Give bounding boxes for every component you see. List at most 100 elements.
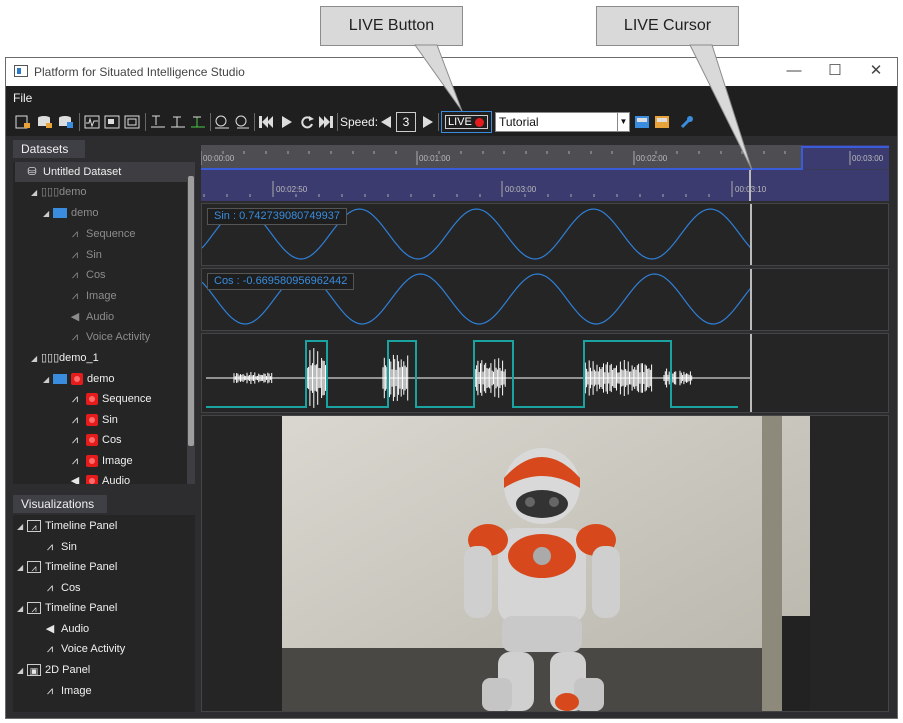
speed-label: Speed: <box>340 115 379 129</box>
zoom-to-selection-icon[interactable] <box>214 115 230 129</box>
minimize-button[interactable]: — <box>776 61 812 83</box>
menu-file[interactable]: File <box>13 91 32 105</box>
timeline-top-tick-label: 00:02:00 <box>636 154 668 163</box>
tree-item-untitled-dataset[interactable]: ⛁ Untitled Dataset <box>15 162 187 182</box>
camera-image <box>282 416 810 711</box>
sin-timeline-panel[interactable]: Sin : 0.742739080749937 <box>201 203 889 266</box>
scrollbar-thumb[interactable] <box>188 176 194 446</box>
tree-item-stream-audio[interactable]: ◀ Audio <box>68 307 114 327</box>
layout-select[interactable]: Tutorial ▼ <box>495 112 630 132</box>
tree-item-live-sin[interactable]: ⩘ Sin <box>68 410 118 430</box>
repeat-icon[interactable] <box>299 115 315 129</box>
move-to-end-icon[interactable] <box>318 115 334 129</box>
absolute-timing-icon[interactable] <box>150 115 166 129</box>
audio-icon: ◀ <box>45 623 55 636</box>
tree-item-live-image[interactable]: ⩘ Image <box>68 451 133 471</box>
tree-item-stream-image[interactable]: ⩘ Image <box>68 286 117 306</box>
play-icon[interactable] <box>279 115 295 129</box>
speed-increase-icon[interactable] <box>420 115 436 129</box>
move-to-start-icon[interactable] <box>258 115 274 129</box>
image-2d-panel[interactable] <box>201 415 889 712</box>
stream-icon: ⩘ <box>71 434 79 447</box>
chair <box>782 616 810 711</box>
cos-timeline-panel[interactable]: Cos : -0.669580956962442 <box>201 268 889 331</box>
stream-icon: ⩘ <box>71 269 79 282</box>
zoom-to-session-icon[interactable] <box>234 115 250 129</box>
timing-relative-to-selection-icon[interactable] <box>190 115 206 129</box>
wall-edge <box>762 416 782 711</box>
datasets-header: Datasets <box>13 140 85 158</box>
floor <box>282 648 810 711</box>
tree-item-viz-sin[interactable]: ⩘ Sin <box>43 537 77 557</box>
tree-item-stream-sin[interactable]: ⩘ Sin <box>68 245 102 265</box>
new-dataset-icon[interactable] <box>15 115 31 129</box>
timing-relative-to-session-icon[interactable] <box>170 115 186 129</box>
session-icon: ▯▯▯ <box>41 352 60 365</box>
3d-panel-icon[interactable] <box>124 115 140 129</box>
stream-icon: ⩘ <box>71 228 79 241</box>
live-button-callout: LIVE Button <box>320 6 463 46</box>
speed-decrease-icon[interactable] <box>378 115 394 129</box>
tree-item-stream-voice-activity[interactable]: ⩘ Voice Activity <box>68 327 150 347</box>
timeline-navigator[interactable]: 00:00:00 00:01:00 00:02:00 00:03:00 00:0… <box>201 145 889 201</box>
sin-value-label: Sin : 0.742739080749937 <box>207 208 348 225</box>
load-layout-icon[interactable] <box>654 115 670 129</box>
tree-item-timeline-panel[interactable]: ◢ ⩘ Timeline Panel <box>17 557 117 577</box>
tree-item-session-demo[interactable]: ◢ ▯▯▯demo <box>31 182 87 202</box>
timeline-top-tick-label: 00:01:00 <box>419 154 451 163</box>
tree-item-session-demo-1[interactable]: ◢ ▯▯▯demo_1 <box>31 348 99 368</box>
stream-icon: ⩘ <box>46 643 54 656</box>
tree-item-viz-audio[interactable]: ◀ Audio <box>43 619 89 639</box>
tree-item-partition-demo[interactable]: ◢ demo <box>43 203 99 223</box>
timeline-panel-icon[interactable] <box>84 115 100 129</box>
live-record-icon <box>86 414 98 427</box>
tree-item-stream-cos[interactable]: ⩘ Cos <box>68 265 106 285</box>
open-dataset-icon[interactable] <box>37 115 53 129</box>
tree-item-viz-cos[interactable]: ⩘ Cos <box>43 578 81 598</box>
toolbar-separator <box>210 113 211 131</box>
voice-activity-line <box>206 340 738 408</box>
menu-bar: File <box>6 86 897 108</box>
tree-item-2d-panel[interactable]: ◢ ▣ 2D Panel <box>17 660 90 680</box>
tree-item-viz-image[interactable]: ⩘ Image <box>43 681 92 701</box>
tree-item-live-audio[interactable]: ◀ Audio <box>68 471 130 484</box>
live-button-label: LIVE <box>445 115 488 129</box>
toolbar-separator <box>79 113 80 131</box>
live-record-icon <box>71 373 83 386</box>
live-record-icon <box>86 434 98 447</box>
toolbar-separator <box>145 113 146 131</box>
maximize-button[interactable]: ☐ <box>817 61 853 83</box>
stream-icon: ⩘ <box>71 331 79 344</box>
settings-wrench-icon[interactable] <box>679 115 695 129</box>
stream-icon: ⩘ <box>46 582 54 595</box>
2d-panel-icon[interactable] <box>104 115 120 129</box>
datasets-tree: ⛁ Untitled Dataset ◢ ▯▯▯demo ◢ demo ⩘ Sequen… <box>13 162 188 484</box>
save-dataset-icon[interactable] <box>58 115 74 129</box>
partition-icon <box>53 208 67 219</box>
chevron-down-icon: ▼ <box>617 113 629 131</box>
tree-item-live-cos[interactable]: ⩘ Cos <box>68 430 122 450</box>
tree-item-viz-voice-activity[interactable]: ⩘ Voice Activity <box>43 639 125 659</box>
2d-panel-icon: ▣ <box>27 664 41 677</box>
timeline-panel-icon: ⩘ <box>27 602 41 615</box>
audio-timeline-panel[interactable] <box>201 333 889 413</box>
title-bar: Platform for Situated Intelligence Studi… <box>6 58 897 86</box>
save-layout-icon[interactable] <box>634 115 650 129</box>
tree-item-live-sequence[interactable]: ⩘ Sequence <box>68 389 152 409</box>
timeline-top-tick-label: 00:03:00 <box>852 154 884 163</box>
toolbar: Speed: 3 LIVE Tutorial ▼ <box>6 108 897 136</box>
datasets-scrollbar[interactable] <box>187 162 195 484</box>
tree-item-timeline-panel[interactable]: ◢ ⩘ Timeline Panel <box>17 598 117 618</box>
tree-item-timeline-panel[interactable]: ◢ ⩘ Timeline Panel <box>17 516 117 536</box>
visualizations-header: Visualizations <box>13 495 107 513</box>
close-button[interactable]: ✕ <box>858 61 894 83</box>
stream-icon: ⩘ <box>71 455 79 468</box>
live-button[interactable]: LIVE <box>441 111 492 133</box>
tree-item-stream-sequence[interactable]: ⩘ Sequence <box>68 224 136 244</box>
stream-icon: ⩘ <box>71 290 79 303</box>
tree-item-partition-demo-live[interactable]: ◢ demo <box>43 369 115 389</box>
database-icon: ⛁ <box>27 166 37 179</box>
stream-icon: ⩘ <box>71 414 79 427</box>
toolbar-separator <box>254 113 255 131</box>
session-icon: ▯▯▯ <box>41 186 60 199</box>
